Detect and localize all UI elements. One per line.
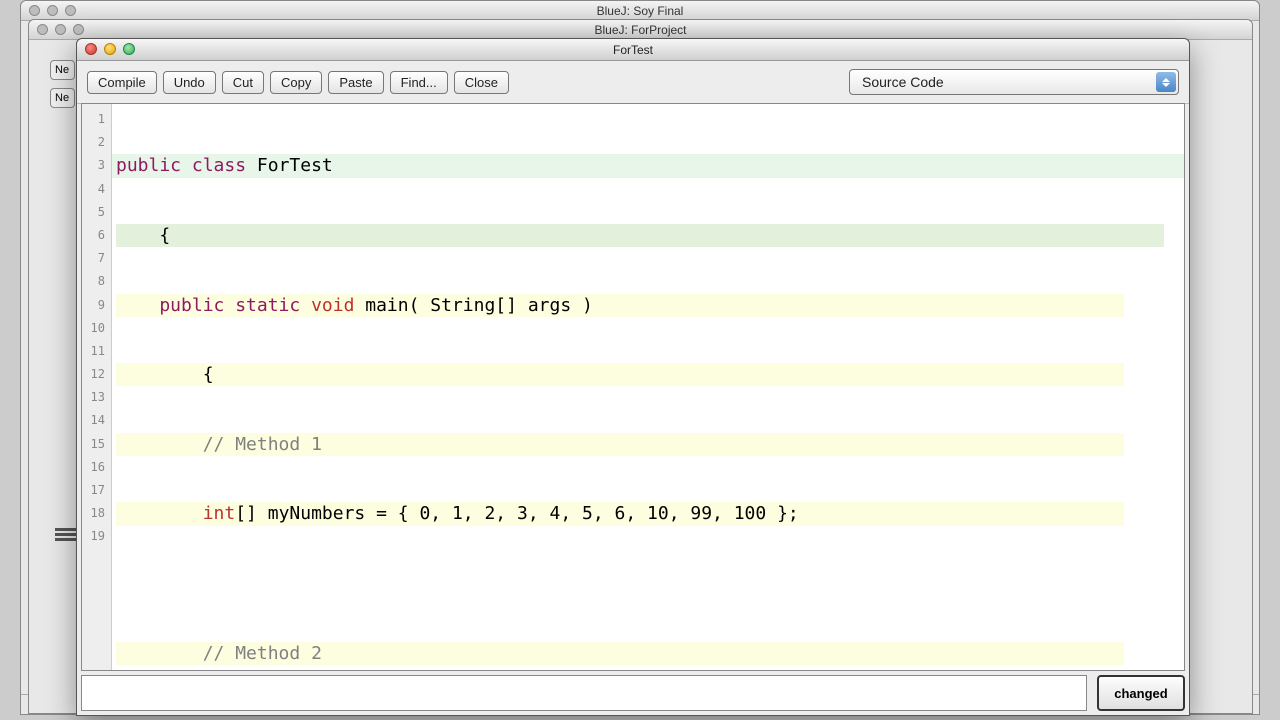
changed-button[interactable]: changed bbox=[1097, 675, 1185, 711]
bg-zoom-icon bbox=[65, 5, 76, 16]
txt: main( String[] args ) bbox=[354, 295, 592, 316]
editor-toolbar: Compile Undo Cut Copy Paste Find... Clos… bbox=[77, 61, 1189, 104]
code-line: { bbox=[112, 363, 1184, 386]
ln: 13 bbox=[82, 386, 111, 409]
bg-title-2: BlueJ: ForProject bbox=[594, 23, 686, 37]
view-dropdown[interactable]: Source Code bbox=[849, 69, 1179, 95]
bg-min-icon-2 bbox=[55, 24, 66, 35]
ln: 17 bbox=[82, 479, 111, 502]
bg-min-icon bbox=[47, 5, 58, 16]
zoom-icon[interactable] bbox=[123, 43, 135, 55]
dropdown-selected: Source Code bbox=[862, 74, 944, 90]
editor-titlebar[interactable]: ForTest bbox=[77, 39, 1189, 61]
cmt: // Method 2 bbox=[116, 643, 322, 664]
bg-traffic-2 bbox=[37, 24, 84, 35]
ln: 16 bbox=[82, 456, 111, 479]
bg-titlebar-1: BlueJ: Soy Final bbox=[21, 1, 1259, 21]
ln: 9 bbox=[82, 294, 111, 317]
code-line bbox=[112, 572, 1184, 595]
minimize-icon[interactable] bbox=[104, 43, 116, 55]
ln: 12 bbox=[82, 363, 111, 386]
code-line: public static void main( String[] args ) bbox=[112, 294, 1184, 317]
paste-button[interactable]: Paste bbox=[328, 71, 383, 94]
bg-zoom-icon-2 bbox=[73, 24, 84, 35]
txt: { bbox=[116, 364, 214, 385]
code-editor[interactable]: public class ForTest { public static voi… bbox=[112, 104, 1184, 670]
code-line: int[] myNumbers = { 0, 1, 2, 3, 4, 5, 6,… bbox=[112, 502, 1184, 525]
ln: 8 bbox=[82, 270, 111, 293]
kw: class bbox=[181, 155, 246, 176]
changed-label: changed bbox=[1114, 686, 1167, 701]
editor-title: ForTest bbox=[613, 43, 653, 57]
ln: 4 bbox=[82, 178, 111, 201]
ln: 15 bbox=[82, 433, 111, 456]
ln: 18 bbox=[82, 502, 111, 525]
editor-footer: changed bbox=[81, 675, 1185, 711]
bg-side-buttons: Ne Ne bbox=[50, 60, 75, 180]
ln: 10 bbox=[82, 317, 111, 340]
kw: static bbox=[224, 295, 300, 316]
bg-titlebar-2: BlueJ: ForProject bbox=[29, 20, 1252, 40]
kw: public bbox=[116, 295, 224, 316]
cmt: // Method 1 bbox=[116, 434, 322, 455]
line-gutter: 1 2 3 4 5 6 7 8 9 10 11 12 13 14 15 16 1… bbox=[82, 104, 112, 670]
copy-button[interactable]: Copy bbox=[270, 71, 322, 94]
ln: 7 bbox=[82, 247, 111, 270]
ln: 11 bbox=[82, 340, 111, 363]
txt: [] myNumbers = { 0, 1, 2, 3, 4, 5, 6, 10… bbox=[235, 503, 799, 524]
bg-traffic-1 bbox=[29, 5, 76, 16]
ln: 3 bbox=[82, 154, 111, 177]
kw: public bbox=[116, 155, 181, 176]
find-button[interactable]: Find... bbox=[390, 71, 448, 94]
code-line: { bbox=[112, 224, 1184, 247]
ln: 2 bbox=[82, 131, 111, 154]
compile-button[interactable]: Compile bbox=[87, 71, 157, 94]
ln: 14 bbox=[82, 409, 111, 432]
code-line: // Method 2 bbox=[112, 642, 1184, 665]
editor-traffic bbox=[85, 43, 135, 55]
bg-btn-new-1[interactable]: Ne bbox=[50, 60, 75, 80]
code-line: public class ForTest bbox=[112, 154, 1184, 177]
ln: 19 bbox=[82, 525, 111, 548]
close-icon[interactable] bbox=[85, 43, 97, 55]
message-box[interactable] bbox=[81, 675, 1087, 711]
ln: 6 bbox=[82, 224, 111, 247]
cut-button[interactable]: Cut bbox=[222, 71, 264, 94]
close-button[interactable]: Close bbox=[454, 71, 509, 94]
txt: { bbox=[116, 225, 170, 246]
bg-close-icon bbox=[29, 5, 40, 16]
bg-close-icon-2 bbox=[37, 24, 48, 35]
editor-window: ForTest Compile Undo Cut Copy Paste Find… bbox=[76, 38, 1190, 716]
type: void bbox=[300, 295, 354, 316]
editor-body: 1 2 3 4 5 6 7 8 9 10 11 12 13 14 15 16 1… bbox=[81, 103, 1185, 671]
txt: ForTest bbox=[246, 155, 333, 176]
chevron-updown-icon[interactable] bbox=[1156, 72, 1176, 92]
ln: 1 bbox=[82, 108, 111, 131]
bg-stack-icon bbox=[55, 528, 77, 550]
ln: 5 bbox=[82, 201, 111, 224]
bg-btn-new-2[interactable]: Ne bbox=[50, 88, 75, 108]
undo-button[interactable]: Undo bbox=[163, 71, 216, 94]
type: int bbox=[116, 503, 235, 524]
code-line: // Method 1 bbox=[112, 433, 1184, 456]
bg-title-1: BlueJ: Soy Final bbox=[597, 4, 684, 18]
